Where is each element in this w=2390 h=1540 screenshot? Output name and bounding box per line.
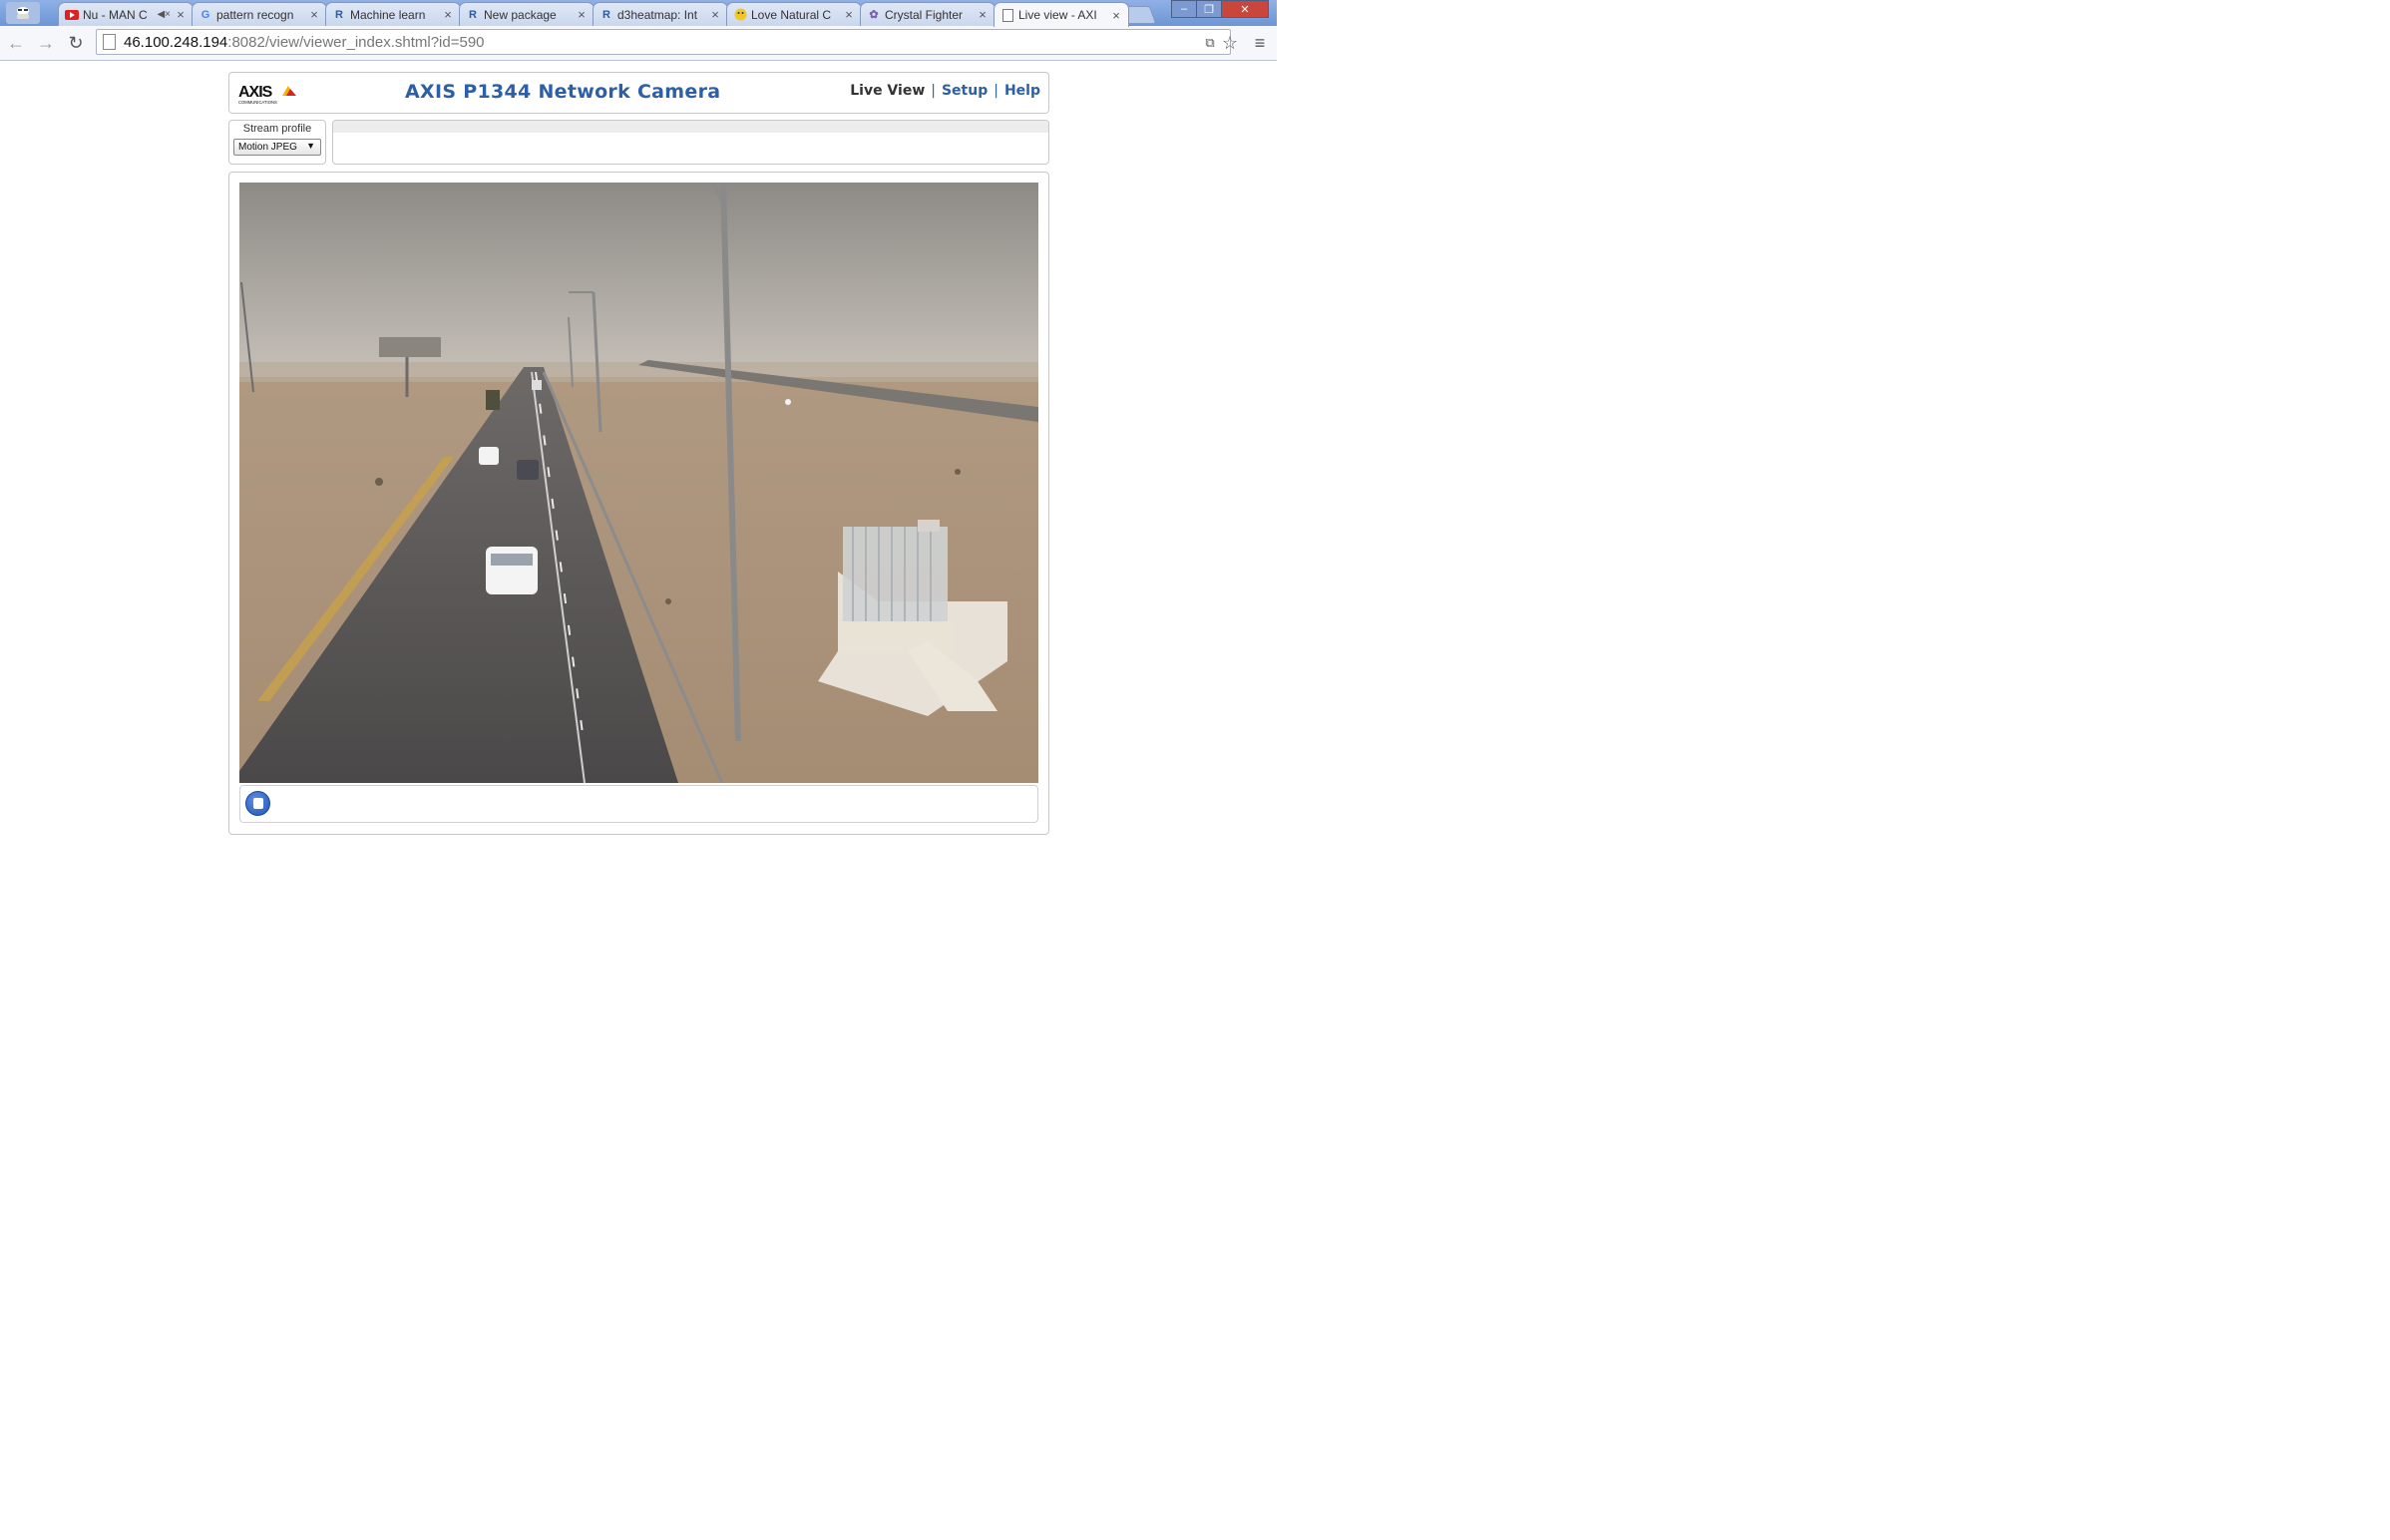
url-host: 46.100.248.194: [124, 33, 228, 51]
tab-5[interactable]: Love Natural C ×: [726, 2, 862, 26]
camera-title: AXIS P1344 Network Camera: [405, 81, 721, 103]
tab-title: New package: [484, 7, 557, 22]
tab-0[interactable]: Nu - MAN C ◀× ×: [58, 2, 194, 26]
top-navigation: Live View | Setup | Help: [850, 83, 1040, 99]
bookmark-star-icon[interactable]: ☆: [1219, 32, 1241, 54]
nav-separator: |: [994, 83, 998, 99]
address-bar[interactable]: 46.100.248.194:8082/view/viewer_index.sh…: [96, 29, 1231, 55]
nav-setup-link[interactable]: Setup: [942, 83, 988, 99]
close-window-icon[interactable]: ✕: [1221, 0, 1269, 18]
youtube-icon: [65, 8, 79, 22]
tab-6[interactable]: ✿ Crystal Fighter ×: [860, 2, 996, 26]
info-panel-header: [333, 121, 1048, 133]
svg-text:COMMUNICATIONS: COMMUNICATIONS: [238, 100, 277, 105]
nav-help-link[interactable]: Help: [1004, 83, 1040, 99]
url-path: :8082/view/viewer_index.shtml?id=590: [227, 33, 485, 51]
nav-separator: |: [931, 83, 936, 99]
close-tab-icon[interactable]: ×: [977, 7, 989, 22]
smiley-icon: [733, 8, 747, 22]
nav-live-view[interactable]: Live View: [850, 83, 925, 99]
info-panel: [332, 120, 1049, 165]
back-arrow-icon[interactable]: ←: [4, 31, 28, 55]
close-tab-icon[interactable]: ×: [442, 7, 454, 22]
tab-strip: Nu - MAN C ◀× × G pattern recogn × R Mac…: [0, 0, 1277, 27]
google-icon: G: [200, 8, 210, 21]
browser-toolbar: ← → ↻ 46.100.248.194:8082/view/viewer_in…: [0, 26, 1277, 61]
tab-title: pattern recogn: [216, 7, 294, 22]
close-tab-icon[interactable]: ×: [1110, 8, 1122, 23]
user-profile-icon[interactable]: [6, 2, 40, 24]
stream-profile-label: Stream profile: [242, 123, 312, 135]
svg-text:AXIS: AXIS: [238, 84, 273, 101]
tab-4[interactable]: R d3heatmap: Int ×: [593, 2, 728, 26]
tab-title: Machine learn: [350, 7, 426, 22]
tab-title: Nu - MAN C: [83, 7, 148, 22]
tab-title: d3heatmap: Int: [617, 7, 698, 22]
live-view-panel: [228, 172, 1049, 835]
stop-icon: [252, 798, 263, 809]
close-tab-icon[interactable]: ×: [175, 7, 187, 22]
close-tab-icon[interactable]: ×: [308, 7, 320, 22]
r-icon: R: [335, 8, 343, 21]
stream-profile-select[interactable]: Motion JPEG ▼: [233, 139, 321, 156]
camera-video-feed[interactable]: [239, 183, 1038, 783]
dropdown-arrow-icon: ▼: [306, 141, 315, 151]
tab-title: Live view - AXI: [1018, 8, 1097, 22]
video-controls-bar: [239, 785, 1038, 823]
header-panel: AXIS COMMUNICATIONS AXIS P1344 Network C…: [228, 72, 1049, 114]
tab-3[interactable]: R New package ×: [459, 2, 595, 26]
stop-stream-button[interactable]: [245, 791, 270, 816]
maximize-icon[interactable]: ❐: [1196, 0, 1222, 18]
tab-title: Crystal Fighter: [885, 7, 964, 22]
tab-title: Love Natural C: [751, 7, 832, 22]
close-tab-icon[interactable]: ×: [576, 7, 588, 22]
r-icon: R: [469, 8, 477, 21]
close-tab-icon[interactable]: ×: [709, 7, 721, 22]
r-icon: R: [602, 8, 610, 21]
reload-icon[interactable]: ↻: [64, 31, 88, 55]
page-icon: [1000, 8, 1014, 22]
flower-icon: ✿: [869, 9, 879, 21]
tab-2[interactable]: R Machine learn ×: [325, 2, 461, 26]
minimize-icon[interactable]: –: [1171, 0, 1197, 18]
speaker-muted-icon[interactable]: ◀×: [157, 9, 171, 20]
forward-arrow-icon[interactable]: →: [34, 31, 58, 55]
page-info-icon[interactable]: [103, 34, 116, 50]
axis-logo: AXIS COMMUNICATIONS: [238, 82, 302, 108]
menu-icon[interactable]: ≡: [1249, 32, 1271, 54]
tab-7[interactable]: Live view - AXI ×: [994, 2, 1129, 27]
tab-1[interactable]: G pattern recogn ×: [192, 2, 327, 26]
stream-profile-value: Motion JPEG: [238, 142, 297, 153]
browser-chrome: Nu - MAN C ◀× × G pattern recogn × R Mac…: [0, 0, 1277, 61]
close-tab-icon[interactable]: ×: [843, 7, 855, 22]
stream-profile-panel: Stream profile Motion JPEG ▼: [228, 120, 326, 165]
translate-icon[interactable]: ⧉: [1199, 32, 1221, 54]
